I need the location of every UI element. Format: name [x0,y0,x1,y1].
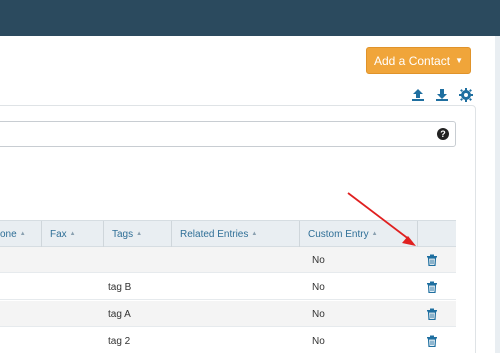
table-row: tag B No [0,274,456,300]
sort-icon: ▲ [19,231,26,237]
help-icon[interactable]: ? [437,128,449,140]
column-header-phone[interactable]: one ▲ [0,221,42,247]
column-label: Fax [50,228,67,240]
contacts-table: one ▲ Fax ▲ Tags ▲ Related Entries ▲ Custom … [0,220,456,347]
custom-entry-cell: No [312,254,325,266]
column-header-related-entries[interactable]: Related Entries ▲ [172,221,300,247]
column-label: Related Entries [180,228,249,240]
sort-icon: ▲ [69,231,76,237]
column-header-actions [418,221,456,247]
table-header: one ▲ Fax ▲ Tags ▲ Related Entries ▲ Custom … [0,220,456,247]
top-navbar [0,0,500,36]
column-header-custom-entry[interactable]: Custom Entry ▲ [300,221,418,247]
sort-icon: ▲ [251,231,258,237]
column-label: Tags [112,228,134,240]
table-row: tag A No [0,301,456,327]
column-label: Custom Entry [308,228,369,240]
custom-entry-cell: No [312,308,325,320]
trash-icon[interactable] [426,281,438,293]
sort-icon: ▲ [136,231,143,237]
chevron-down-icon: ▼ [455,56,463,65]
tags-cell: tag A [108,308,131,320]
column-header-fax[interactable]: Fax ▲ [42,221,104,247]
tags-cell: tag B [108,281,132,293]
tags-cell: tag 2 [108,335,131,347]
trash-icon[interactable] [426,335,438,347]
trash-icon[interactable] [426,254,438,266]
column-label: one [0,228,17,240]
page-right-edge [495,36,500,353]
gear-icon[interactable] [458,87,474,103]
custom-entry-cell: No [312,281,325,293]
table-row: No [0,247,456,273]
sort-icon: ▲ [371,231,378,237]
add-contact-label: Add a Contact [374,53,451,68]
custom-entry-cell: No [312,335,325,347]
upload-icon[interactable] [410,87,426,103]
table-row: tag 2 No [0,328,456,353]
download-icon[interactable] [434,87,450,103]
column-header-tags[interactable]: Tags ▲ [104,221,172,247]
add-contact-button[interactable]: Add a Contact ▼ [366,47,471,74]
search-input[interactable]: ? [0,121,456,147]
trash-icon[interactable] [426,308,438,320]
